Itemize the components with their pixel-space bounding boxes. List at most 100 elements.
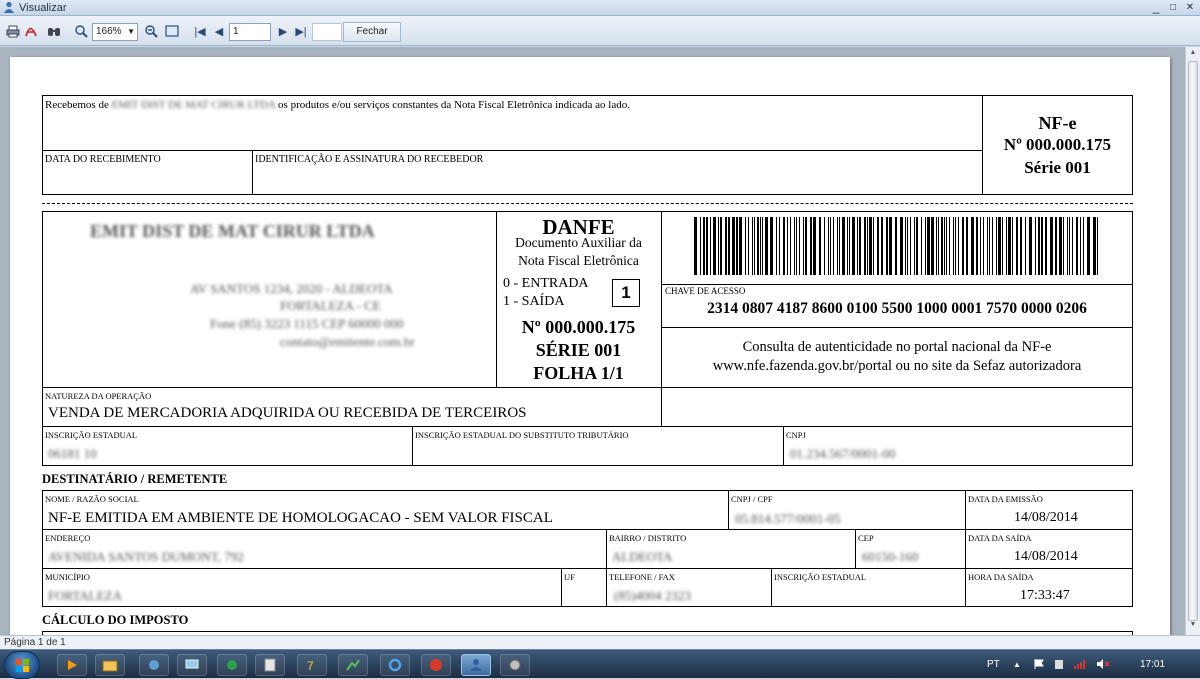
recipient-section-title: DESTINATÁRIO / REMETENTE	[42, 472, 228, 486]
vertical-scrollbar[interactable]: ▲ ▼	[1185, 47, 1200, 635]
minimize-button[interactable]: _	[1148, 0, 1164, 15]
show-hidden-icons-icon[interactable]: ▲	[1013, 650, 1021, 679]
address-label: ENDEREÇO	[45, 533, 91, 543]
recipient-name-label: NOME / RAZÃO SOCIAL	[45, 494, 139, 504]
city-label: MUNICÍPIO	[45, 572, 90, 582]
notes-app-icon[interactable]	[255, 654, 285, 676]
emitter-city: FORTALEZA - CE	[280, 298, 381, 313]
last-page-icon[interactable]: ▶|	[293, 23, 309, 39]
scrollbar-thumb[interactable]	[1188, 61, 1198, 621]
monitor-app-icon[interactable]	[177, 654, 207, 676]
fit-page-icon[interactable]	[164, 23, 180, 39]
received-text: Recebemos de EMIT DIST DE MAT CIRUR LTDA…	[45, 99, 630, 111]
viewer-toolbar: 166% ▼ |◀ ◀ 1 ▶ ▶| Fechar	[0, 16, 1200, 46]
state-registration-value: 06181 10	[48, 446, 97, 461]
first-page-icon[interactable]: |◀	[192, 23, 208, 39]
close-window-button[interactable]: ✕	[1182, 0, 1198, 15]
zoom-out-icon[interactable]	[143, 23, 159, 39]
chevron-down-icon: ▼	[127, 27, 135, 36]
red-app-icon[interactable]	[421, 654, 451, 676]
cep-label: CEP	[858, 533, 874, 543]
scroll-up-icon[interactable]: ▲	[1186, 49, 1200, 56]
svg-text:7: 7	[307, 659, 314, 672]
zoom-value: 166%	[96, 26, 122, 37]
pdf-export-icon[interactable]	[23, 23, 39, 39]
address-value: AVENIDA SANTOS DUMONT, 792	[48, 549, 244, 564]
action-center-icon[interactable]	[1033, 650, 1045, 679]
language-indicator[interactable]: PT	[987, 650, 1000, 679]
explorer-icon[interactable]	[95, 654, 125, 676]
emission-date-value: 14/08/2014	[1014, 510, 1078, 525]
danfe-subtitle-1: Documento Auxiliar da	[515, 235, 642, 250]
visualizar-task-icon[interactable]	[461, 654, 491, 676]
access-key-label: CHAVE DE ACESSO	[665, 286, 746, 296]
tool-app-icon[interactable]	[500, 654, 530, 676]
access-key-barcode	[694, 217, 1098, 275]
zoom-in-icon[interactable]	[73, 23, 89, 39]
emitter-phone: Fone (85) 3223 1115 CEP 60000 000	[210, 316, 404, 331]
exit-time-value: 17:33:47	[1020, 588, 1070, 603]
chart-app-icon[interactable]	[338, 654, 368, 676]
recipient-cnpj-label: CNPJ / CPF	[731, 494, 773, 504]
find-icon[interactable]	[46, 23, 62, 39]
nature-label: NATUREZA DA OPERAÇÃO	[45, 391, 152, 401]
operation-type-box: 1	[612, 279, 640, 307]
consult-line-1: Consulta de autenticidade no portal naci…	[742, 339, 1052, 355]
page-number-input[interactable]: 1	[229, 23, 271, 41]
emitter-address: AV SANTOS 1234, 2020 - ALDEOTA	[190, 281, 393, 296]
green-app-icon[interactable]	[217, 654, 247, 676]
danfe-series: SÉRIE 001	[535, 340, 622, 360]
emission-date-label: DATA DA EMISSÃO	[968, 494, 1043, 504]
restore-button[interactable]: □	[1165, 0, 1181, 15]
status-bar: Página 1 de 1	[0, 635, 1200, 649]
uf-label: UF	[564, 572, 575, 582]
exit-date-label: DATA DA SAÍDA	[968, 533, 1032, 543]
volume-muted-icon[interactable]	[1096, 650, 1110, 679]
window-titlebar: Visualizar _ □ ✕	[0, 0, 1200, 16]
danfe-subtitle-2: Nota Fiscal Eletrônica	[518, 253, 639, 268]
state-registration-label: INSCRIÇÃO ESTADUAL	[45, 430, 138, 440]
substitute-registration-label: INSCRIÇÃO ESTADUAL DO SUBSTITUTO TRIBUTÁ…	[415, 430, 629, 440]
city-value: FORTALEZA	[48, 588, 123, 603]
nfe-title: NF-e	[1038, 113, 1077, 133]
nfe-series: Série 001	[1024, 158, 1091, 177]
page-info: Página 1 de 1	[4, 637, 66, 648]
recipient-state-reg-label: INSCRIÇÃO ESTADUAL	[774, 572, 867, 582]
app-icon	[4, 1, 14, 13]
zoom-select[interactable]: 166% ▼	[92, 23, 138, 41]
ie-browser-icon[interactable]	[380, 654, 410, 676]
emitter-email: contato@emitente.com.br	[280, 334, 415, 349]
cut-line	[42, 203, 1133, 204]
district-label: BAIRRO / DISTRITO	[609, 533, 687, 543]
start-button[interactable]	[4, 651, 40, 679]
district-value: ALDEOTA	[612, 549, 673, 564]
emitter-cnpj-value: 01.234.567/0001-00	[790, 446, 896, 461]
access-key-value: 2314 0807 4187 8600 0100 5500 1000 0001 …	[707, 300, 1087, 317]
previous-page-icon[interactable]: ◀	[211, 23, 227, 39]
windows-logo-icon	[16, 659, 29, 672]
entry-label: 0 - ENTRADA	[503, 276, 589, 291]
phone-value: (85)4004 2323	[614, 588, 691, 603]
scroll-down-icon[interactable]: ▼	[1186, 621, 1200, 628]
window-title: Visualizar	[19, 2, 67, 14]
taskbar: 7 PT ▲ 17:01	[0, 649, 1200, 679]
danfe-sheet: FOLHA 1/1	[533, 363, 624, 383]
close-button[interactable]: Fechar	[343, 22, 401, 42]
print-icon[interactable]	[5, 23, 21, 39]
receipt-date-label: DATA DO RECEBIMENTO	[45, 154, 161, 165]
delphi-app-icon[interactable]: 7	[297, 654, 327, 676]
network-signal-icon[interactable]	[1073, 650, 1087, 679]
device-icon[interactable]	[1053, 650, 1065, 679]
clock[interactable]: 17:01	[1140, 650, 1165, 679]
next-page-icon[interactable]: ▶	[275, 23, 291, 39]
recipient-cnpj-value: 05.814.577/0001-05	[735, 511, 841, 526]
exit-date-value: 14/08/2014	[1014, 549, 1078, 564]
consult-line-2: www.nfe.fazenda.gov.br/portal ou no site…	[712, 358, 1082, 374]
page-count-box	[312, 23, 342, 41]
network-app-icon[interactable]	[139, 654, 169, 676]
emitter-name: EMIT DIST DE MAT CIRUR LTDA	[90, 221, 375, 241]
media-player-icon[interactable]	[57, 654, 87, 676]
recipient-name-value: NF-E EMITIDA EM AMBIENTE DE HOMOLOGACAO …	[48, 510, 553, 526]
danfe-page: Recebemos de EMIT DIST DE MAT CIRUR LTDA…	[10, 57, 1170, 635]
nature-value: VENDA DE MERCADORIA ADQUIRIDA OU RECEBID…	[48, 405, 527, 421]
